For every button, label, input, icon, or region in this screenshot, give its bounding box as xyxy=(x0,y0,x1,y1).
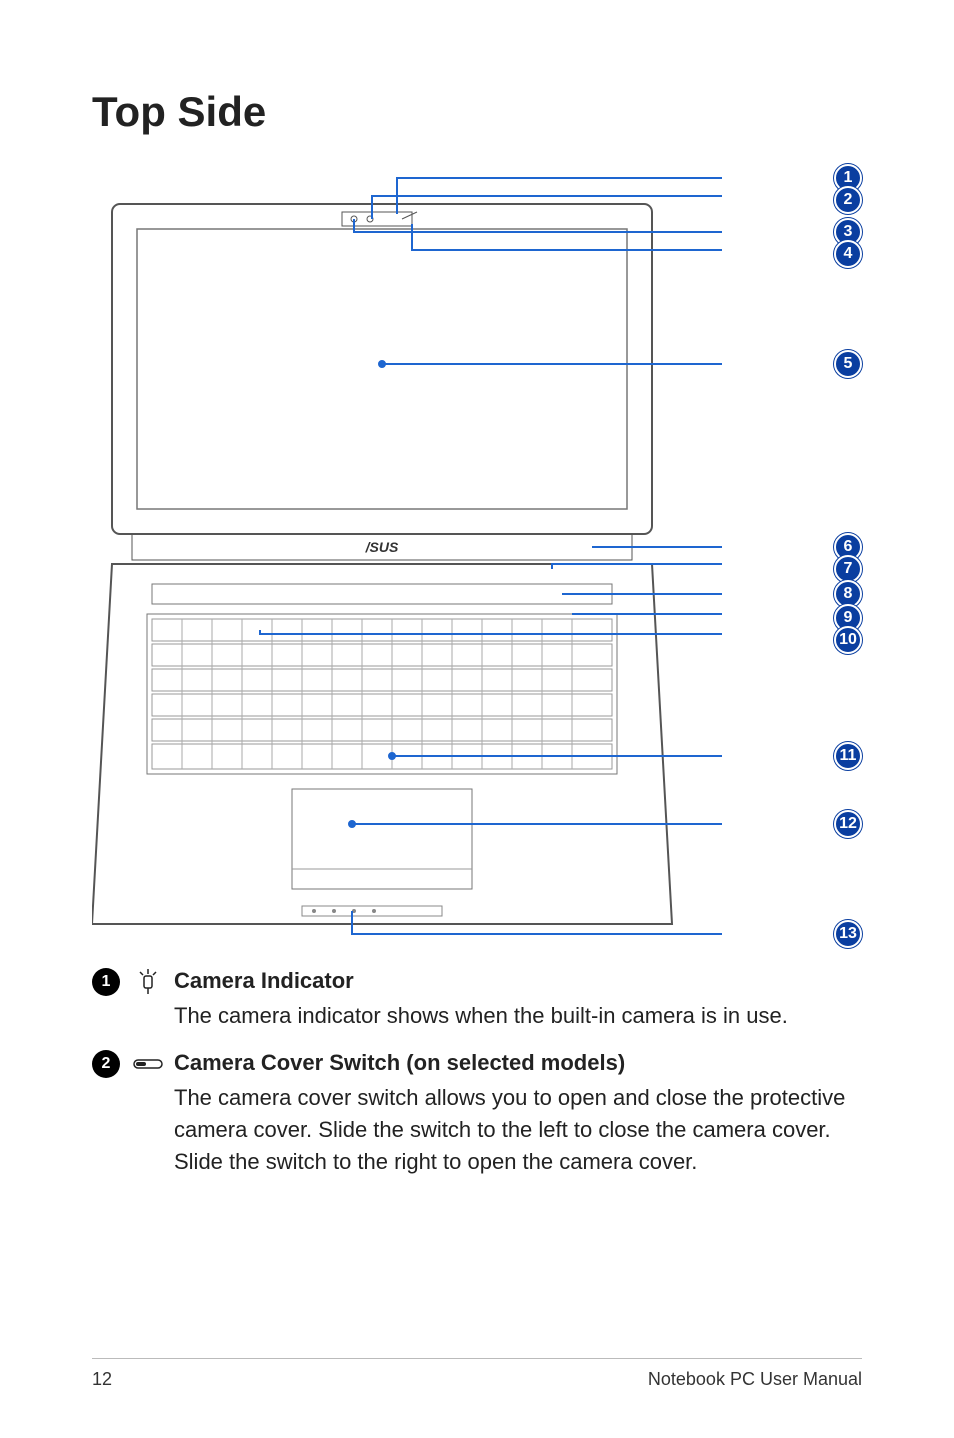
camera-indicator-icon xyxy=(132,968,164,996)
item-number: 1 xyxy=(92,968,120,996)
item-title: Camera Cover Switch (on selected models) xyxy=(174,1050,862,1076)
callout-7: 7 xyxy=(834,555,862,583)
item-number: 2 xyxy=(92,1050,120,1078)
laptop-svg: /SUS xyxy=(92,164,862,944)
item-title: Camera Indicator xyxy=(174,968,862,994)
callout-13: 13 xyxy=(834,920,862,948)
callout-5: 5 xyxy=(834,350,862,378)
section-title: Top Side xyxy=(92,88,862,136)
callout-11: 11 xyxy=(834,742,862,770)
page: Top Side /SUS xyxy=(0,0,954,1438)
description-item-1: 1 Camera Indicator The camera indicator … xyxy=(92,968,862,1032)
svg-text:/SUS: /SUS xyxy=(365,539,399,555)
item-body: The camera indicator shows when the buil… xyxy=(174,1000,862,1032)
callout-12: 12 xyxy=(834,810,862,838)
callout-10: 10 xyxy=(834,626,862,654)
laptop-diagram: /SUS xyxy=(92,164,862,944)
document-title: Notebook PC User Manual xyxy=(648,1369,862,1390)
switch-icon xyxy=(132,1050,164,1078)
description-item-2: 2 Camera Cover Switch (on selected model… xyxy=(92,1050,862,1178)
callout-2: 2 xyxy=(834,186,862,214)
page-number: 12 xyxy=(92,1369,112,1390)
callout-4: 4 xyxy=(834,240,862,268)
item-body: The camera cover switch allows you to op… xyxy=(174,1082,862,1178)
page-footer: 12 Notebook PC User Manual xyxy=(92,1358,862,1390)
description-list: 1 Camera Indicator The camera indicator … xyxy=(92,968,862,1178)
